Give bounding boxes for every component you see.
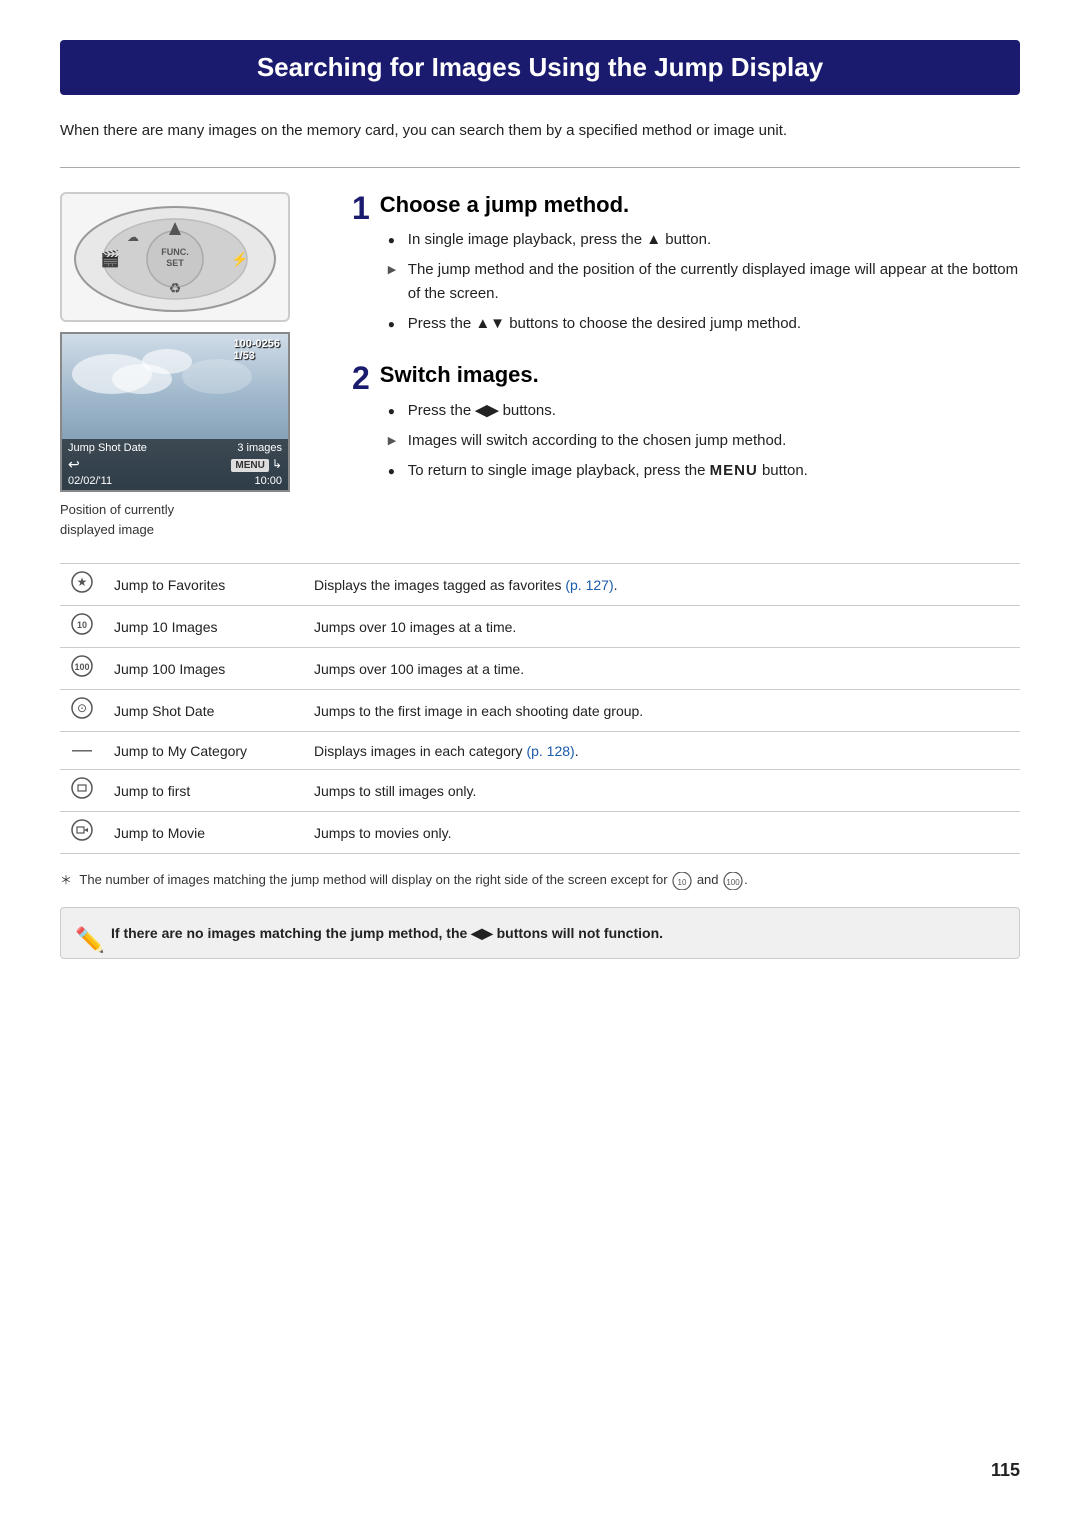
screen-images-count: 3 images [237, 442, 282, 454]
step2-bullet-1: Press the ◀▶ buttons. [388, 399, 808, 423]
screen-left-icon: ↩ [68, 456, 80, 473]
svg-text:FUNC.: FUNC. [161, 247, 189, 257]
svg-text:⊙: ⊙ [77, 701, 87, 715]
svg-text:10: 10 [77, 620, 87, 630]
page-title: Searching for Images Using the Jump Disp… [60, 40, 1020, 95]
footnote: The number of images matching the jump m… [60, 870, 1020, 891]
name-favorites: Jump to Favorites [104, 564, 304, 606]
section-divider [60, 167, 1020, 168]
icon-category: — [60, 732, 104, 770]
desc-jump100: Jumps over 100 images at a time. [304, 648, 1020, 690]
page-number: 115 [991, 1460, 1020, 1481]
step1: 1 Choose a jump method. In single image … [352, 192, 1020, 346]
screen-bottom-bar: Jump Shot Date 3 images ↩ MENU ↳ 02/02/'… [62, 439, 288, 490]
screen-card-info: 100-0256 [234, 338, 281, 350]
note-text: If there are no images matching the jump… [111, 925, 663, 941]
icon-first [60, 770, 104, 812]
icon-jump100: 100 [60, 648, 104, 690]
screen-date: 02/02/'11 [68, 475, 112, 487]
step1-number: 1 [352, 192, 370, 224]
svg-text:100: 100 [74, 662, 89, 672]
step2-title: Switch images. [380, 362, 808, 388]
table-row: 100 Jump 100 Images Jumps over 100 image… [60, 648, 1020, 690]
note-box: ✏️ If there are no images matching the j… [60, 907, 1020, 959]
desc-movie: Jumps to movies only. [304, 812, 1020, 854]
svg-text:🎬: 🎬 [100, 249, 120, 268]
camera-screen-image: 100-0256 1/53 Jump Shot Date 3 images ↩ … [60, 332, 290, 492]
name-first: Jump to first [104, 770, 304, 812]
icon-jump10: 10 [60, 606, 104, 648]
svg-text:⚡: ⚡ [231, 251, 248, 268]
desc-shot-date: Jumps to the first image in each shootin… [304, 690, 1020, 732]
step2: 2 Switch images. Press the ◀▶ buttons. I… [352, 362, 1020, 492]
desc-first: Jumps to still images only. [304, 770, 1020, 812]
svg-text:☁: ☁ [127, 230, 139, 244]
intro-text: When there are many images on the memory… [60, 119, 1020, 143]
table-row: 10 Jump 10 Images Jumps over 10 images a… [60, 606, 1020, 648]
screen-top-info: 100-0256 1/53 [234, 338, 281, 362]
name-jump10: Jump 10 Images [104, 606, 304, 648]
table-row: ★ Jump to Favorites Displays the images … [60, 564, 1020, 606]
svg-text:SET: SET [166, 258, 184, 268]
step1-bullet-2: The jump method and the position of the … [388, 258, 1020, 306]
step2-number: 2 [352, 362, 370, 394]
controller-svg: FUNC. SET ♻ 🎬 ⚡ ☁ [65, 197, 285, 317]
step1-bullet-1: In single image playback, press the ▲ bu… [388, 228, 1020, 252]
table-row: Jump to Movie Jumps to movies only. [60, 812, 1020, 854]
name-shot-date: Jump Shot Date [104, 690, 304, 732]
jump-method-table: ★ Jump to Favorites Displays the images … [60, 563, 1020, 854]
table-row: ⊙ Jump Shot Date Jumps to the first imag… [60, 690, 1020, 732]
icon-shot-date: ⊙ [60, 690, 104, 732]
screen-fraction: 1/53 [234, 350, 281, 362]
camera-controller-image: FUNC. SET ♻ 🎬 ⚡ ☁ [60, 192, 290, 322]
desc-favorites: Displays the images tagged as favorites … [304, 564, 1020, 606]
table-row: — Jump to My Category Displays images in… [60, 732, 1020, 770]
desc-category: Displays images in each category (p. 128… [304, 732, 1020, 770]
step2-bullets: Press the ◀▶ buttons. Images will switch… [388, 399, 808, 483]
desc-jump10: Jumps over 10 images at a time. [304, 606, 1020, 648]
name-jump100: Jump 100 Images [104, 648, 304, 690]
svg-text:10: 10 [678, 878, 687, 887]
image-caption: Position of currently displayed image [60, 500, 320, 539]
svg-text:♻: ♻ [169, 280, 182, 296]
right-column: 1 Choose a jump method. In single image … [352, 192, 1020, 539]
screen-jump-label: Jump Shot Date [68, 442, 147, 454]
step1-bullets: In single image playback, press the ▲ bu… [388, 228, 1020, 336]
left-column: FUNC. SET ♻ 🎬 ⚡ ☁ [60, 192, 320, 539]
name-category: Jump to My Category [104, 732, 304, 770]
icon-movie [60, 812, 104, 854]
step2-bullet-3: To return to single image playback, pres… [388, 459, 808, 483]
step2-bullet-2: Images will switch according to the chos… [388, 429, 808, 453]
screen-menu-icon: MENU ↳ [231, 457, 282, 472]
main-content: FUNC. SET ♻ 🎬 ⚡ ☁ [60, 192, 1020, 539]
step1-bullet-3: Press the ▲▼ buttons to choose the desir… [388, 312, 1020, 336]
step1-title: Choose a jump method. [380, 192, 1020, 218]
note-icon: ✏️ [75, 922, 105, 960]
table-row: Jump to first Jumps to still images only… [60, 770, 1020, 812]
svg-text:★: ★ [77, 575, 88, 589]
screen-time: 10:00 [254, 475, 282, 487]
icon-favorites: ★ [60, 564, 104, 606]
name-movie: Jump to Movie [104, 812, 304, 854]
svg-text:100: 100 [726, 878, 740, 887]
